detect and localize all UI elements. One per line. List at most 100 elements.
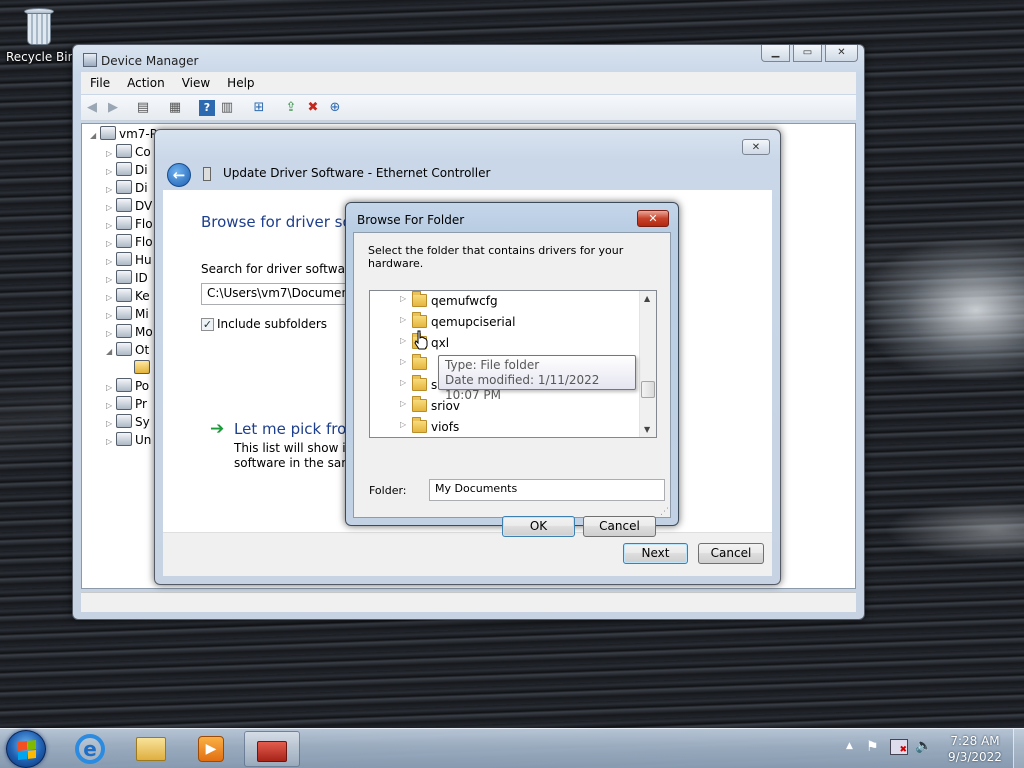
scan-hardware-icon[interactable]: ⊞ xyxy=(251,100,267,116)
tree-item[interactable]: ▷ Mo xyxy=(106,324,153,342)
action-pane-icon[interactable]: ▥ xyxy=(219,100,235,116)
close-button[interactable]: ✕ xyxy=(825,45,858,62)
system-clock[interactable]: 7:28 AM 9/3/2022 xyxy=(940,733,1010,765)
recycle-bin-desktop-icon[interactable]: Recycle Bin xyxy=(6,6,75,76)
maximize-button[interactable]: ▭ xyxy=(793,45,822,62)
tooltip-date: Date modified: 1/11/2022 10:07 PM xyxy=(445,373,600,402)
folder-item[interactable]: ▷ viofs xyxy=(370,417,640,437)
show-desktop-button[interactable] xyxy=(1013,729,1024,768)
folder-item[interactable]: ▷ qemupciserial xyxy=(370,312,640,332)
usb-icon xyxy=(116,432,132,446)
folder-item[interactable]: ▷ qemufwcfg xyxy=(370,291,640,311)
ports-icon xyxy=(116,378,132,392)
tree-item[interactable]: ◢ Ot xyxy=(106,342,149,360)
recycle-bin-icon xyxy=(22,6,56,46)
tree-item[interactable]: ▷ Flo xyxy=(106,216,153,234)
pick-driver-link[interactable]: Let me pick from xyxy=(234,420,361,438)
next-button[interactable]: Next xyxy=(623,543,688,564)
help-icon[interactable]: ? xyxy=(199,100,215,116)
back-icon[interactable]: ◀ xyxy=(84,100,100,116)
back-arrow-icon[interactable]: ← xyxy=(167,163,191,187)
update-driver-icon[interactable]: ⇪ xyxy=(283,100,299,116)
folder-icon xyxy=(136,737,166,761)
minimize-button[interactable]: ▁ xyxy=(761,45,790,62)
menu-file[interactable]: File xyxy=(81,72,118,90)
menu-help[interactable]: Help xyxy=(218,72,262,90)
scroll-down-icon[interactable]: ▼ xyxy=(644,425,650,434)
menu-view[interactable]: View xyxy=(173,72,218,90)
folder-scrollbar[interactable]: ▲ ▼ xyxy=(639,291,656,437)
taskbar-internet-explorer[interactable]: e xyxy=(62,731,118,767)
include-subfolders-label: Include subfolders xyxy=(217,317,328,331)
instruction-text: Select the folder that contains drivers … xyxy=(368,244,624,270)
folder-tree: ▷qemufwcfg ▷qemupciserial ▷qxl ▷ ▷smbus … xyxy=(369,290,657,438)
tree-item[interactable]: ▷ Un xyxy=(106,432,151,450)
volume-muted-icon[interactable]: 🔈 xyxy=(915,738,932,754)
dialog-body: Select the folder that contains drivers … xyxy=(353,232,671,537)
enable-device-icon[interactable]: ⊕ xyxy=(327,100,343,116)
hid-icon xyxy=(116,252,132,266)
wallpaper-light xyxy=(864,240,1024,380)
properties-icon[interactable]: ▦ xyxy=(167,100,183,116)
action-center-flag-icon[interactable]: ⚑ xyxy=(866,739,879,755)
forward-icon[interactable]: ▶ xyxy=(105,100,121,116)
wizard-cancel-button[interactable]: Cancel xyxy=(698,543,764,564)
folder-icon xyxy=(412,375,427,391)
mouse-icon xyxy=(116,306,132,320)
tree-item[interactable]: ▷ ID xyxy=(106,270,148,288)
folder-input[interactable]: My Documents xyxy=(429,479,665,501)
network-error-icon[interactable]: ✖ xyxy=(890,739,908,755)
tree-item[interactable]: ▷ Co xyxy=(106,144,151,162)
dvd-drive-icon xyxy=(116,198,132,212)
folder-icon xyxy=(412,354,427,370)
uninstall-icon[interactable]: ✖ xyxy=(305,100,321,116)
tree-item[interactable]: ▷ Po xyxy=(106,378,149,396)
toolbar: ◀ ▶ ▤ ▦ ? ▥ ⊞ ⇪ ✖ ⊕ xyxy=(81,95,856,121)
folder-icon xyxy=(412,417,427,433)
internet-explorer-icon: e xyxy=(75,734,105,764)
scroll-thumb[interactable] xyxy=(641,381,655,398)
menu-bar: File Action View Help xyxy=(81,72,856,94)
folder-label: Folder: xyxy=(369,484,407,497)
console-tree-icon[interactable]: ▤ xyxy=(135,100,151,116)
tree-item[interactable]: ▷ Di xyxy=(106,162,148,180)
tree-item[interactable]: ▷ Mi xyxy=(106,306,149,324)
tree-item[interactable]: ▷ DV xyxy=(106,198,152,216)
folder-icon xyxy=(412,396,427,412)
include-subfolders-checkbox[interactable]: ✓ xyxy=(201,318,214,331)
dialog-close-button[interactable]: ✕ xyxy=(637,210,669,227)
tooltip-type: Type: File folder xyxy=(445,358,540,372)
tree-item-ethernet[interactable] xyxy=(134,360,153,378)
floppy-controller-icon xyxy=(116,234,132,248)
computer-icon xyxy=(116,144,132,158)
folder-item-hovered[interactable]: ▷ qxl xyxy=(370,333,640,353)
display-adapter-icon xyxy=(116,180,132,194)
disk-drive-icon xyxy=(116,162,132,176)
processor-icon xyxy=(116,396,132,410)
scroll-up-icon[interactable]: ▲ xyxy=(644,294,650,303)
tree-item[interactable]: ▷ Sy xyxy=(106,414,150,432)
resize-grip-icon[interactable]: ⋰ xyxy=(660,507,669,517)
tree-item[interactable]: ▷ Di xyxy=(106,180,148,198)
browse-for-folder-dialog: Browse For Folder ✕ Select the folder th… xyxy=(345,202,679,537)
hand-cursor-icon xyxy=(414,330,428,350)
folder-tooltip: Type: File folder Date modified: 1/11/20… xyxy=(438,355,636,402)
tree-item[interactable]: ▷ Pr xyxy=(106,396,147,414)
toolbox-icon xyxy=(257,741,287,762)
taskbar-device-manager[interactable] xyxy=(244,731,300,767)
folder-icon xyxy=(412,291,427,307)
tree-root[interactable]: ◢ vm7-P xyxy=(90,126,157,144)
taskbar-explorer[interactable] xyxy=(122,731,178,767)
tree-item[interactable]: ▷ Hu xyxy=(106,252,152,270)
tree-item[interactable]: ▷ Ke xyxy=(106,288,150,306)
ok-button[interactable]: OK xyxy=(502,516,575,537)
menu-action[interactable]: Action xyxy=(118,72,173,90)
show-hidden-icons[interactable]: ▲ xyxy=(846,741,853,751)
taskbar: e ▶ ▲ ⚑ ✖ 🔈 7:28 AM 9/3/2022 xyxy=(0,728,1024,768)
dialog-cancel-button[interactable]: Cancel xyxy=(583,516,656,537)
taskbar-media-player[interactable]: ▶ xyxy=(182,731,238,767)
start-button[interactable] xyxy=(6,730,46,768)
tree-item[interactable]: ▷ Flo xyxy=(106,234,153,252)
wizard-close-button[interactable]: ✕ xyxy=(742,139,770,155)
windows-logo-icon xyxy=(18,740,36,760)
